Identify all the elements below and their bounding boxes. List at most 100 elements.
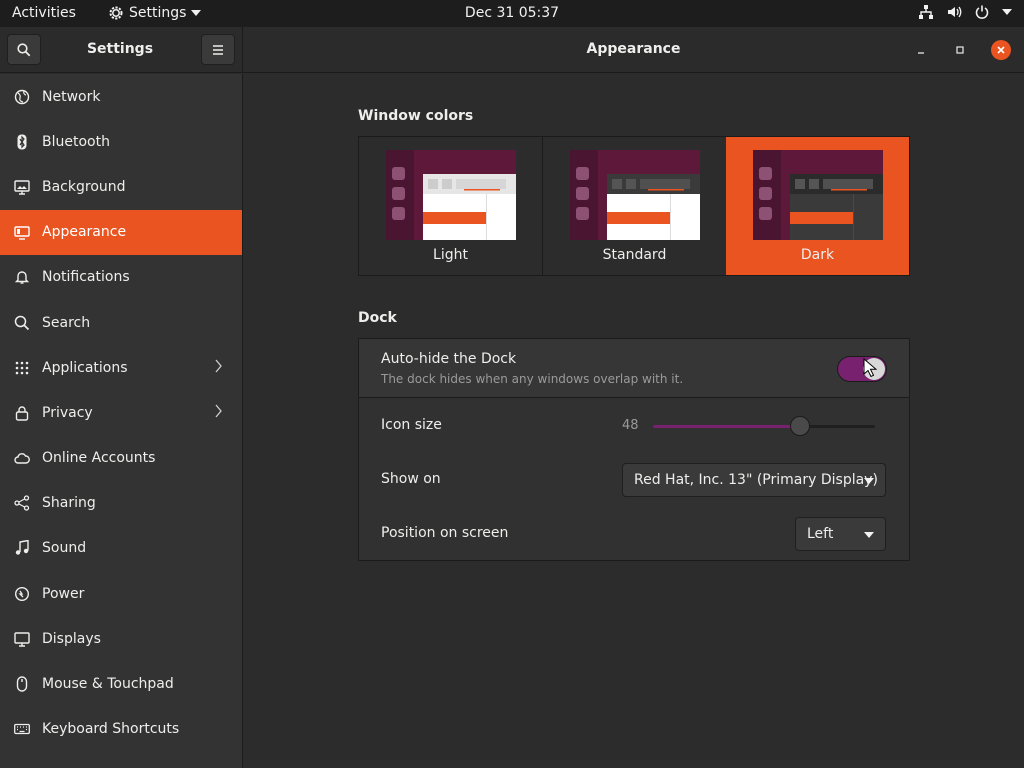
sidebar-item-label: Sound: [42, 540, 87, 557]
system-tray[interactable]: [918, 4, 1012, 20]
chevron-right-icon: [215, 404, 222, 418]
icon-size-value: 48: [622, 418, 639, 433]
window-colors-title: Window colors: [358, 108, 474, 124]
header-bar: Settings Appearance: [0, 27, 1024, 73]
bell-icon: [14, 271, 30, 285]
chevron-down-icon: [1002, 9, 1012, 15]
search-icon: [17, 42, 31, 56]
minimize-icon: [918, 52, 924, 54]
search-icon: [14, 315, 30, 330]
color-choice-label: Dark: [800, 247, 835, 263]
background-icon: [14, 180, 30, 195]
minimize-button[interactable]: [911, 40, 931, 60]
sidebar-item-power[interactable]: Power: [0, 571, 242, 616]
autohide-label: Auto-hide the Dock: [381, 351, 517, 367]
standard-theme-preview: [570, 150, 700, 240]
power-icon: [14, 586, 30, 601]
gear-icon: [109, 6, 123, 20]
sidebar-item-label: Bluetooth: [42, 133, 110, 150]
show-on-dropdown[interactable]: Red Hat, Inc. 13" (Primary Display): [622, 463, 886, 497]
sidebar-item-label: Sharing: [42, 495, 96, 512]
maximize-button[interactable]: [950, 40, 970, 60]
sidebar: Network Bluetooth Background Appearance …: [0, 74, 243, 768]
sidebar-item-privacy[interactable]: Privacy: [0, 390, 242, 435]
hamburger-icon: [213, 44, 223, 55]
slider-fill: [653, 425, 800, 428]
sidebar-item-notifications[interactable]: Notifications: [0, 255, 242, 300]
sidebar-item-label: Power: [42, 585, 85, 602]
sidebar-item-displays[interactable]: Displays: [0, 616, 242, 661]
close-icon: [997, 46, 1005, 54]
sidebar-item-label: Background: [42, 178, 126, 195]
sidebar-item-appearance[interactable]: Appearance: [0, 209, 242, 255]
color-choice-standard[interactable]: Standard: [543, 137, 726, 275]
slider-handle[interactable]: [789, 416, 810, 436]
music-note-icon: [15, 540, 29, 556]
light-theme-preview: [386, 150, 516, 240]
dark-theme-preview: [753, 150, 883, 240]
sidebar-item-network[interactable]: Network: [0, 74, 242, 119]
dock-settings: Auto-hide the Dock The dock hides when a…: [358, 338, 910, 561]
sidebar-item-online-accounts[interactable]: Online Accounts: [0, 436, 242, 481]
sidebar-item-background[interactable]: Background: [0, 164, 242, 209]
sidebar-item-keyboard-shortcuts[interactable]: Keyboard Shortcuts: [0, 707, 242, 752]
sidebar-item-label: Privacy: [42, 404, 93, 421]
lock-icon: [15, 406, 29, 421]
caret-down-icon: [864, 532, 874, 538]
close-button[interactable]: [991, 40, 1011, 60]
sidebar-item-label: Mouse & Touchpad: [42, 676, 174, 693]
show-on-row: Show on Red Hat, Inc. 13" (Primary Displ…: [359, 453, 909, 507]
keyboard-icon: [14, 724, 30, 735]
sidebar-item-search[interactable]: Search: [0, 300, 242, 345]
search-button[interactable]: [7, 34, 41, 65]
icon-size-label: Icon size: [381, 417, 442, 433]
display-icon: [14, 632, 30, 647]
autohide-switch[interactable]: [837, 356, 887, 382]
settings-title: Settings: [86, 41, 154, 57]
sidebar-item-bluetooth[interactable]: Bluetooth: [0, 119, 242, 164]
sidebar-item-sound[interactable]: Sound: [0, 526, 242, 571]
appearance-page: Window colors Light Standard Dark Dock A…: [244, 74, 1024, 768]
caret-down-icon: [191, 10, 202, 16]
clock[interactable]: Dec 31 05:37: [465, 5, 559, 21]
power-icon: [975, 5, 989, 19]
app-menu-label: Settings: [129, 5, 187, 21]
show-on-label: Show on: [381, 471, 441, 487]
autohide-row[interactable]: Auto-hide the Dock The dock hides when a…: [359, 339, 909, 398]
color-choice-label: Standard: [602, 247, 667, 263]
page-title: Appearance: [586, 41, 681, 57]
chevron-right-icon: [215, 359, 222, 373]
app-menu[interactable]: Settings: [108, 5, 202, 21]
sidebar-item-label: Displays: [42, 630, 101, 647]
autohide-description: The dock hides when any windows overlap …: [381, 372, 684, 386]
sidebar-item-label: Notifications: [42, 269, 130, 286]
sidebar-item-sharing[interactable]: Sharing: [0, 481, 242, 526]
sidebar-item-mouse-touchpad[interactable]: Mouse & Touchpad: [0, 661, 242, 706]
volume-icon: [948, 6, 962, 18]
show-on-value: Red Hat, Inc. 13" (Primary Display): [634, 472, 878, 488]
sidebar-item-label: Keyboard Shortcuts: [42, 721, 180, 738]
dock-title: Dock: [358, 310, 397, 326]
mouse-icon: [16, 676, 28, 692]
position-label: Position on screen: [381, 525, 509, 541]
sidebar-item-label: Search: [42, 314, 91, 331]
network-icon: [14, 89, 30, 104]
cloud-icon: [14, 453, 30, 464]
icon-size-slider[interactable]: [653, 416, 875, 436]
caret-down-icon: [864, 478, 874, 484]
color-choice-light[interactable]: Light: [359, 137, 543, 275]
position-value: Left: [807, 526, 834, 542]
activities-button[interactable]: Activities: [12, 5, 76, 21]
color-choice-dark[interactable]: Dark: [726, 137, 909, 275]
network-wired-icon: [919, 5, 933, 19]
mouse-cursor-icon: [863, 358, 877, 378]
grid-icon: [15, 361, 29, 375]
sidebar-item-applications[interactable]: Applications: [0, 345, 242, 390]
sidebar-item-label: Online Accounts: [42, 450, 156, 467]
primary-menu-button[interactable]: [201, 34, 235, 65]
sidebar-item-label: Appearance: [42, 224, 127, 241]
icon-size-row: Icon size 48: [359, 399, 909, 453]
sidebar-item-label: Applications: [42, 359, 128, 376]
position-dropdown[interactable]: Left: [795, 517, 886, 551]
window-colors-chooser: Light Standard Dark: [358, 136, 910, 276]
